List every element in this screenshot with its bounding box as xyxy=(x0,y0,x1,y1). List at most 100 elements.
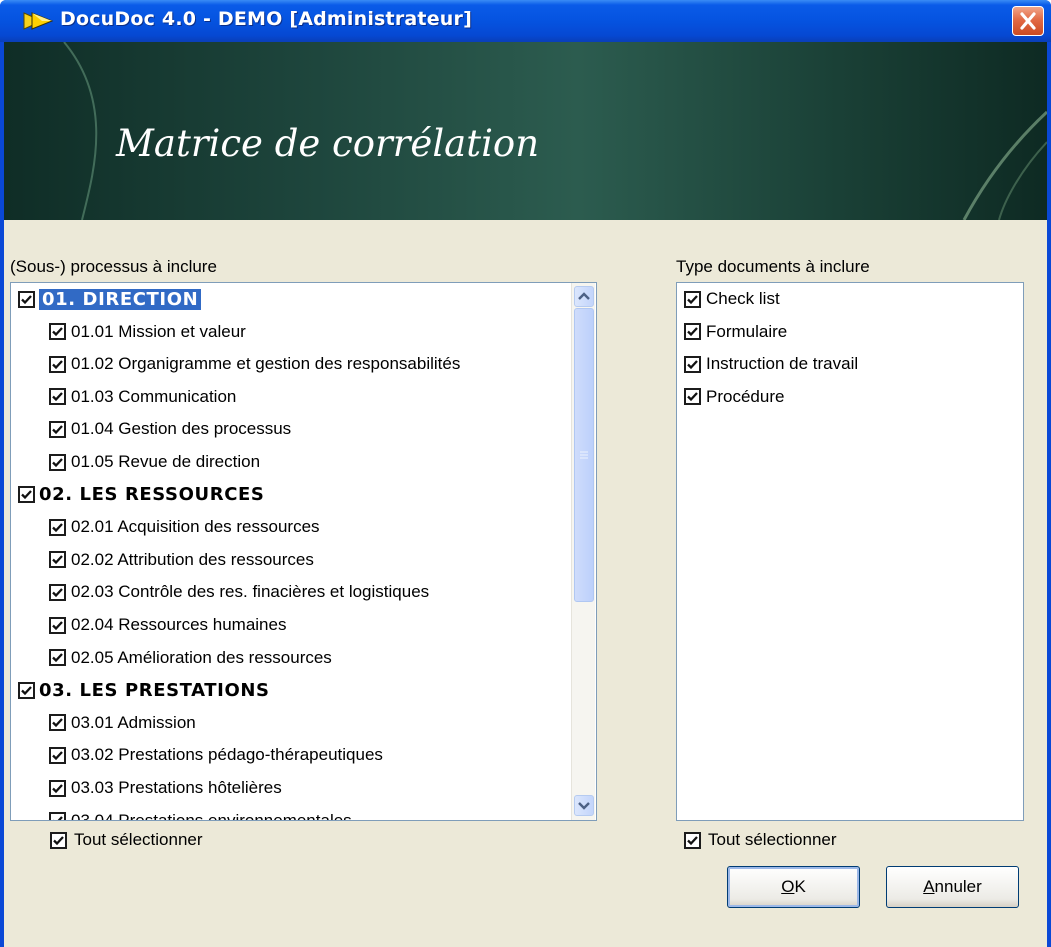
list-item[interactable]: 03.04 Prestations environnementales xyxy=(49,805,352,821)
list-item[interactable]: Instruction de travail xyxy=(684,348,858,380)
checkmark-icon xyxy=(53,816,63,820)
list-item[interactable]: 02.03 Contrôle des res. finacières et lo… xyxy=(49,576,429,608)
doc-types-list[interactable]: Check list Formulaire Instruction de trava… xyxy=(676,282,1024,821)
checkbox-icon xyxy=(18,486,35,504)
cancel-label-rest: nnuler xyxy=(934,877,982,896)
checkmark-icon xyxy=(52,588,63,598)
checkmark-icon xyxy=(52,555,63,565)
item-label: 01.04 Gestion des processus xyxy=(71,419,292,439)
checkmark-icon xyxy=(52,653,63,663)
list-item[interactable]: 03.01 Admission xyxy=(49,707,196,739)
checkmark-icon xyxy=(687,835,698,845)
checkmark-icon xyxy=(52,751,63,761)
scroll-down-button[interactable] xyxy=(574,795,594,816)
cancel-accelerator: A xyxy=(923,877,935,896)
chevron-down-icon xyxy=(578,802,590,810)
list-item[interactable]: Procédure xyxy=(684,381,784,413)
item-label: 02.05 Amélioration des ressources xyxy=(71,647,332,667)
checkmark-icon xyxy=(687,392,698,402)
item-label: Procédure xyxy=(706,386,785,406)
checkmark-icon xyxy=(52,522,63,532)
checkbox-icon xyxy=(49,714,66,732)
checkbox-icon xyxy=(49,453,66,471)
list-item[interactable]: 03.02 Prestations pédago-thérapeutiques xyxy=(49,739,383,771)
tree-group-row[interactable]: 02. LES RESSOURCES xyxy=(18,479,264,511)
list-item[interactable]: Formulaire xyxy=(684,316,787,348)
item-label: 02.01 Acquisition des ressources xyxy=(71,517,320,537)
checkmark-icon xyxy=(687,359,698,369)
list-item[interactable]: 01.03 Communication xyxy=(49,381,236,413)
header-banner: Matrice de corrélation xyxy=(4,42,1047,220)
checkmark-icon xyxy=(52,425,63,435)
tree-group-row[interactable]: 03. LES PRESTATIONS xyxy=(18,674,270,706)
dialog-body: Matrice de corrélation (Sous-) processus… xyxy=(4,42,1047,947)
item-label: 02.02 Attribution des ressources xyxy=(71,549,314,569)
checkbox-icon xyxy=(49,649,66,667)
list-item[interactable]: 02.02 Attribution des ressources xyxy=(49,544,314,576)
checkbox-icon xyxy=(49,551,66,569)
list-item[interactable]: 02.01 Acquisition des ressources xyxy=(49,511,320,543)
checkmark-icon xyxy=(52,359,63,369)
scroll-up-button[interactable] xyxy=(574,286,594,307)
item-label: 01.01 Mission et valeur xyxy=(71,321,246,341)
checkbox-icon xyxy=(684,290,701,308)
checkbox-icon xyxy=(684,355,701,373)
checkbox-icon xyxy=(49,323,66,341)
item-label: 02.03 Contrôle des res. finacières et lo… xyxy=(71,582,430,602)
close-button[interactable] xyxy=(1012,6,1044,36)
title-bar[interactable]: DocuDoc 4.0 - DEMO [Administrateur] xyxy=(0,0,1051,42)
checkbox-icon xyxy=(49,812,66,820)
checkbox-icon xyxy=(49,616,66,634)
checkmark-icon xyxy=(21,490,32,500)
tree-group-row[interactable]: 01. DIRECTION xyxy=(18,283,202,315)
list-item[interactable]: Check list xyxy=(684,283,780,315)
checkbox-icon xyxy=(684,388,701,406)
close-x-icon xyxy=(1020,12,1036,30)
list-item[interactable]: 02.04 Ressources humaines xyxy=(49,609,286,641)
checkbox-icon xyxy=(684,323,701,341)
checkbox-icon xyxy=(18,681,35,699)
ok-button[interactable]: OK xyxy=(727,866,860,908)
item-label: 02.04 Ressources humaines xyxy=(71,615,287,634)
app-window: DocuDoc 4.0 - DEMO [Administrateur] Matr… xyxy=(0,0,1051,947)
item-label: 03.01 Admission xyxy=(71,712,196,732)
checkmark-icon xyxy=(687,294,698,304)
item-label: 01.02 Organigramme et gestion des respon… xyxy=(71,354,461,374)
list-item[interactable]: 03.03 Prestations hôtelières xyxy=(49,772,282,804)
doc-types-label: Type documents à inclure xyxy=(676,257,870,276)
select-all-processes[interactable]: Tout sélectionner xyxy=(50,830,203,850)
chevron-up-icon xyxy=(578,292,590,300)
item-label: Formulaire xyxy=(706,321,788,341)
list-item[interactable]: 01.02 Organigramme et gestion des respon… xyxy=(49,348,460,380)
list-item[interactable]: 01.04 Gestion des processus xyxy=(49,413,291,445)
checkbox-icon xyxy=(49,420,66,438)
select-all-doc-types[interactable]: Tout sélectionner xyxy=(684,830,837,850)
item-label: 01.05 Revue de direction xyxy=(71,452,261,471)
checkbox-icon xyxy=(49,583,66,601)
item-label: 01.03 Communication xyxy=(71,386,237,406)
checkbox-icon xyxy=(49,388,66,406)
item-label: 02. LES RESSOURCES xyxy=(39,484,265,506)
checkmark-icon xyxy=(687,327,698,337)
checkbox-icon xyxy=(49,779,66,797)
list-item[interactable]: 01.01 Mission et valeur xyxy=(49,316,246,348)
list-item[interactable]: 01.05 Revue de direction xyxy=(49,446,260,478)
checkmark-icon xyxy=(52,718,63,728)
checkmark-icon xyxy=(52,620,63,630)
checkmark-icon xyxy=(21,294,32,304)
checkmark-icon xyxy=(52,327,63,337)
checkbox-icon xyxy=(684,831,701,849)
checkbox-icon xyxy=(49,518,66,536)
item-label: 03.03 Prestations hôtelières xyxy=(71,778,282,797)
checkmark-icon xyxy=(52,783,63,793)
item-label: 03.04 Prestations environnementales xyxy=(71,810,352,821)
item-label: Instruction de travail xyxy=(706,354,859,374)
vertical-scrollbar[interactable] xyxy=(571,283,595,820)
processes-tree[interactable]: 01. DIRECTION 01.01 Mission et valeur 01.0… xyxy=(10,282,597,821)
cancel-button[interactable]: Annuler xyxy=(886,866,1019,908)
list-item[interactable]: 02.05 Amélioration des ressources xyxy=(49,642,332,674)
item-label: 03. LES PRESTATIONS xyxy=(39,679,270,701)
checkbox-icon xyxy=(50,831,67,849)
window-title: DocuDoc 4.0 - DEMO [Administrateur] xyxy=(60,8,472,30)
scroll-thumb[interactable] xyxy=(574,308,594,602)
